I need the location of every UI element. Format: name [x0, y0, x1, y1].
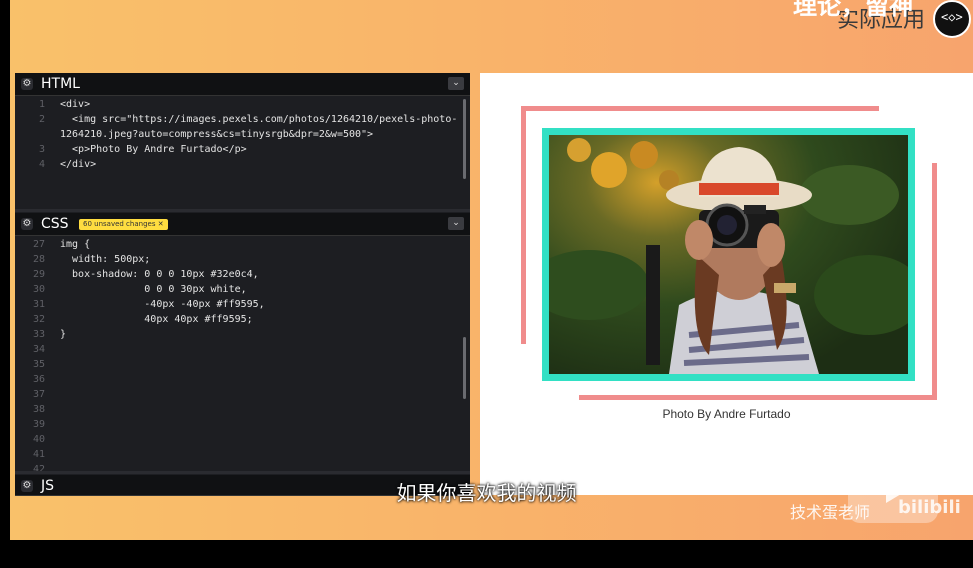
css-scrollbar[interactable]	[463, 337, 466, 399]
channel-avatar: <◇>	[933, 0, 971, 38]
css-pane-title: CSS	[41, 216, 69, 232]
pink-shadow-bottom	[579, 395, 937, 400]
teal-border-frame	[542, 128, 915, 381]
line-number: 40	[32, 434, 45, 445]
code-line: img {	[60, 239, 91, 250]
avatar-text: <◇>	[941, 10, 963, 24]
photo-caption: Photo By Andre Furtado	[662, 407, 791, 421]
line-number: 39	[32, 419, 45, 430]
code-line: }	[60, 329, 67, 340]
site-watermark: bilibili	[898, 497, 961, 518]
css-code-area[interactable]: 27 img { 28 width: 500px; 29 box-shadow: 0 …	[15, 239, 463, 475]
line-number: 4	[38, 159, 45, 170]
code-line: </div>	[60, 159, 97, 170]
pink-shadow-top	[521, 106, 879, 111]
chevron-down-icon[interactable]: ⌄	[448, 77, 464, 90]
author-watermark: 技术蛋老师	[790, 503, 871, 522]
html-pane-title: HTML	[41, 76, 80, 92]
code-line: width: 500px;	[60, 254, 151, 265]
line-number: 31	[32, 299, 45, 310]
unsaved-changes-badge[interactable]: 60 unsaved changes ✕	[79, 219, 168, 230]
line-number: 3	[38, 144, 45, 155]
code-line: <div>	[60, 99, 91, 110]
line-number: 28	[32, 254, 45, 265]
gear-icon[interactable]: ⚙	[21, 78, 33, 90]
line-number: 35	[32, 359, 45, 370]
gear-icon[interactable]: ⚙	[21, 218, 33, 230]
pane-divider[interactable]	[15, 209, 470, 212]
chevron-down-icon[interactable]: ⌄	[448, 217, 464, 230]
pink-shadow-right	[932, 163, 937, 400]
line-number: 34	[32, 344, 45, 355]
line-number: 33	[32, 329, 45, 340]
line-number: 32	[32, 314, 45, 325]
photo-image	[549, 135, 908, 374]
line-number: 38	[32, 404, 45, 415]
pane-divider[interactable]	[15, 471, 470, 474]
html-pane-header[interactable]: ⚙ HTML ⌄	[15, 73, 470, 96]
code-editor: ⚙ HTML ⌄ 1 <div> 2 <img src="https://image…	[15, 73, 470, 496]
css-pane-header[interactable]: ⚙ CSS 60 unsaved changes ✕ ⌄	[15, 213, 470, 236]
code-line: 0 0 0 30px white,	[60, 284, 247, 295]
line-number: 41	[32, 449, 45, 460]
line-number: 36	[32, 374, 45, 385]
pink-shadow-left	[521, 106, 526, 344]
code-line: <p>Photo By Andre Furtado</p>	[60, 144, 247, 155]
code-line: 40px 40px #ff9595;	[60, 314, 253, 325]
code-line: box-shadow: 0 0 0 10px #32e0c4,	[60, 269, 259, 280]
line-number: 27	[32, 239, 45, 250]
photographer-illustration	[549, 138, 908, 374]
line-number: 30	[32, 284, 45, 295]
result-preview: Photo By Andre Furtado	[480, 73, 973, 495]
code-line: <img src="https://images.pexels.com/phot…	[60, 114, 458, 125]
code-line: -40px -40px #ff9595,	[60, 299, 265, 310]
html-scrollbar[interactable]	[463, 99, 466, 179]
html-code-area[interactable]: 1 <div> 2 <img src="https://images.pexels.…	[15, 99, 463, 209]
video-title-partial: 理论，留神	[793, 0, 913, 20]
code-line: 1264210.jpeg?auto=compress&cs=tinysrgb&d…	[60, 129, 374, 140]
line-number: 1	[38, 99, 45, 110]
line-number: 37	[32, 389, 45, 400]
line-number: 2	[38, 114, 45, 125]
line-number: 29	[32, 269, 45, 280]
